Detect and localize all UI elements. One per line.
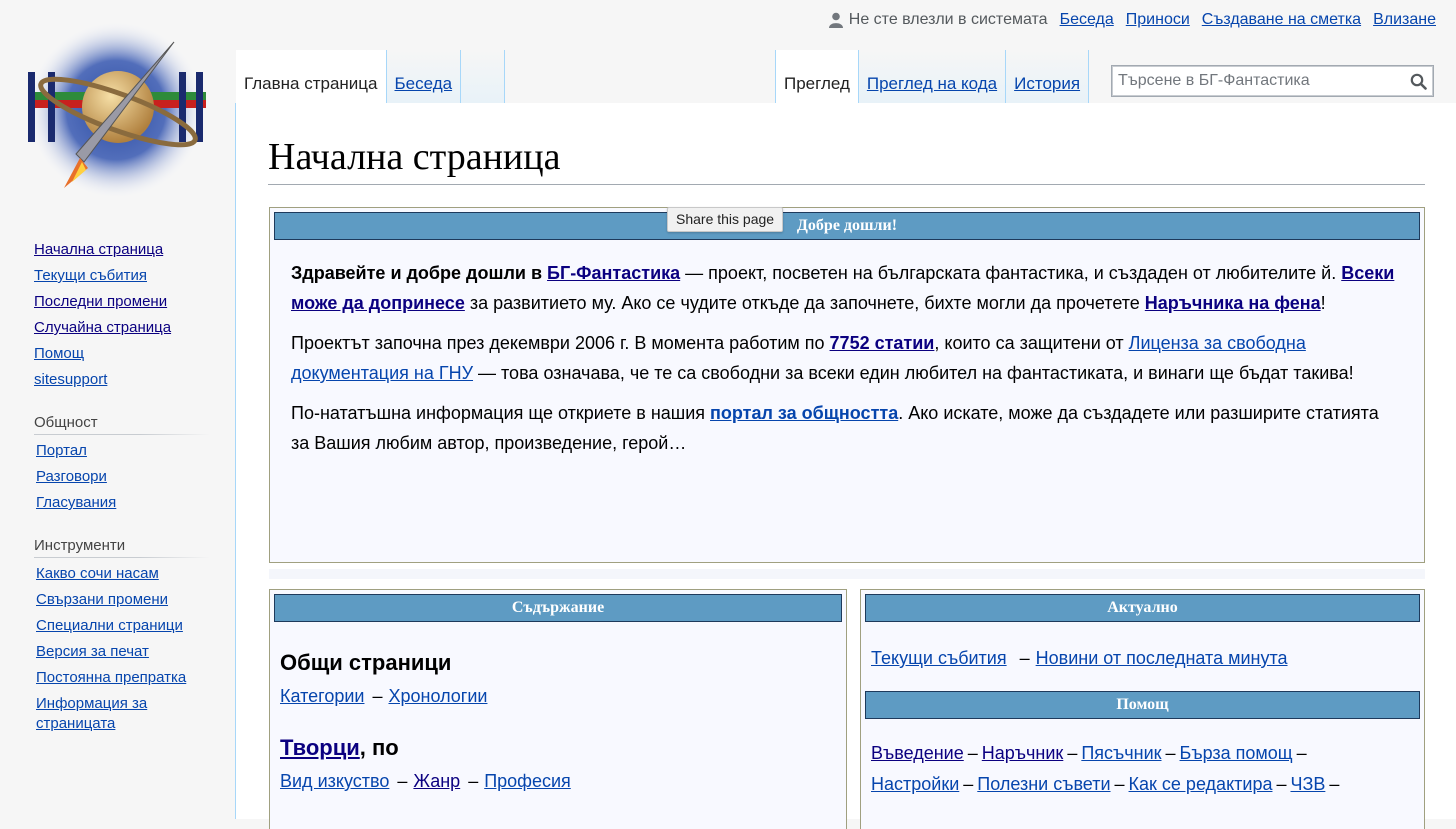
general-pages-links: Категории – Хронологии [280,686,488,706]
welcome-paragraph-3: По-нататъшна информация ще откриете в на… [291,398,1400,458]
creators-title: Творци, по [280,735,846,761]
tools-heading: Инструменти [34,537,210,558]
info-text: По-нататъшна информация ще откриете в на… [291,403,711,423]
sidebar: Начална страница Текущи събития Последни… [0,240,230,740]
art-type-link[interactable]: Вид изкуство [280,771,389,791]
search-button[interactable] [1403,66,1433,96]
creators-links: Вид изкуство – Жанр – Професия [280,771,571,791]
navigation-portal: Начална страница Текущи събития Последни… [0,240,230,390]
personal-contributions-link[interactable]: Приноси [1126,11,1190,29]
sidebar-item-discussions[interactable]: Разговори [36,468,107,485]
contents-box: Съдържание Общи страници Категории – Хроно… [269,589,847,829]
creators-link[interactable]: Творци [280,735,360,760]
sidebar-item-page-info[interactable]: Информация за страницата [36,695,147,732]
page-title: Начална страница [268,133,1425,185]
sidebar-item-random-page[interactable]: Случайна страница [34,319,171,336]
categories-link[interactable]: Категории [280,686,364,706]
current-box: Актуално Текущи събития – Новини от после… [860,589,1425,829]
sidebar-item-main-page[interactable]: Начална страница [34,241,163,258]
welcome-header: Добре дошли! [274,212,1420,240]
welcome-paragraph-1: Здравейте и добре дошли в БГ-Фантастика … [291,258,1400,318]
personal-tools: Не сте влезли в системата Беседа Приноси… [828,11,1436,29]
current-links: Текущи събития – Новини от последната мин… [871,648,1288,668]
sidebar-item-what-links-here[interactable]: Какво сочи насам [36,565,159,582]
sidebar-item-permanent-link[interactable]: Постоянна препратка [36,669,186,686]
welcome-body: Здравейте и добре дошли в БГ-Фантастика … [270,244,1424,458]
tips-link[interactable]: Полезни съвети [977,774,1110,794]
sidebar-item-related-changes[interactable]: Свързани промени [36,591,168,608]
sidebar-item-sitesupport[interactable]: sitesupport [34,371,107,388]
introduction-link[interactable]: Въведение [871,743,964,763]
create-account-link[interactable]: Създаване на сметка [1202,11,1361,29]
welcome-paragraph-2: Проектът започна през декември 2006 г. В… [291,328,1400,388]
current-header: Актуално [865,594,1420,622]
article-count-link[interactable]: 7752 статии [830,333,935,353]
sidebar-item-recent-changes[interactable]: Последни промени [34,293,167,310]
welcome-text-3: ! [1320,293,1326,313]
logo-image [26,20,206,200]
site-logo[interactable] [24,12,210,200]
welcome-text-2: за развитието му. Ако се чудите откъде д… [464,293,1145,313]
sidebar-item-portal[interactable]: Портал [36,442,87,459]
current-events-link[interactable]: Текущи събития [871,648,1007,668]
project-text-3: — това означава, че те са свободни за вс… [473,363,1354,383]
community-portal-link[interactable]: портал за общността [710,403,898,423]
login-link[interactable]: Влизане [1373,11,1436,29]
sandbox-link[interactable]: Пясъчник [1081,743,1161,763]
genre-link[interactable]: Жанр [413,771,460,791]
divider-strip [269,569,1425,579]
tab-view-source[interactable]: Преглед на кода [858,50,1007,104]
sidebar-item-current-events[interactable]: Текущи събития [34,267,147,284]
faq-link[interactable]: ЧЗВ [1290,774,1325,794]
help-header: Помощ [865,691,1420,719]
welcome-box: Добре дошли! Здравейте и добре дошли в Б… [269,207,1425,563]
user-icon [828,12,843,28]
community-heading: Общност [34,414,210,435]
welcome-greeting: Здравейте и добре дошли в [291,263,548,283]
share-tooltip: Share this page [667,207,784,232]
help-links-1: Въведение – Наръчник – Пясъчник – Бърза помощ – [871,743,1307,763]
contents-header: Съдържание [274,594,842,622]
tab-talk[interactable]: Беседа [386,50,462,104]
fan-guide-link[interactable]: Наръчника на фена [1145,293,1321,313]
creators-suffix: , по [359,735,399,760]
search-box [1111,65,1434,97]
handbook-link[interactable]: Наръчник [982,743,1064,763]
how-to-edit-link[interactable]: Как се редактира [1129,774,1273,794]
community-portal: Портал Разговори Гласувания [0,441,230,513]
profession-link[interactable]: Професия [484,771,571,791]
tab-main-page[interactable]: Главна страница [236,50,387,104]
anon-label: Не сте влезли в системата [848,11,1048,28]
chronologies-link[interactable]: Хронологии [388,686,487,706]
general-pages-title: Общи страници [280,650,452,675]
view-tabs: Преглед Преглед на кода История [775,50,1090,104]
project-text: Проектът започна през декември 2006 г. В… [291,333,830,353]
settings-link[interactable]: Настройки [871,774,959,794]
quick-help-link[interactable]: Бърза помощ [1180,743,1293,763]
tab-spacer [461,50,506,104]
search-input[interactable] [1112,72,1403,90]
sidebar-item-printable-version[interactable]: Версия за печат [36,643,149,660]
help-links-2: Настройки – Полезни съвети – Как се редактир… [871,774,1340,794]
personal-talk-link[interactable]: Беседа [1060,11,1114,29]
site-name-link[interactable]: БГ-Фантастика [547,263,680,283]
tools-portal: Какво сочи насам Свързани промени Специа… [0,564,230,734]
search-icon [1410,73,1427,90]
latest-news-link[interactable]: Новини от последната минута [1036,648,1288,668]
main-content: Начална страница Добре дошли! Здравейте … [235,103,1456,829]
anon-user: Не сте влезли в системата [828,11,1048,29]
tab-read[interactable]: Преглед [775,50,859,104]
sidebar-item-special-pages[interactable]: Специални страници [36,617,183,634]
welcome-text: — проект, посветен на българската фантас… [680,263,1342,283]
sidebar-item-votes[interactable]: Гласувания [36,494,116,511]
namespace-tabs: Главна страница Беседа [236,50,506,104]
project-text-2: , които са защитени от [934,333,1129,353]
tab-history[interactable]: История [1006,50,1090,104]
sidebar-item-help[interactable]: Помощ [34,345,84,362]
